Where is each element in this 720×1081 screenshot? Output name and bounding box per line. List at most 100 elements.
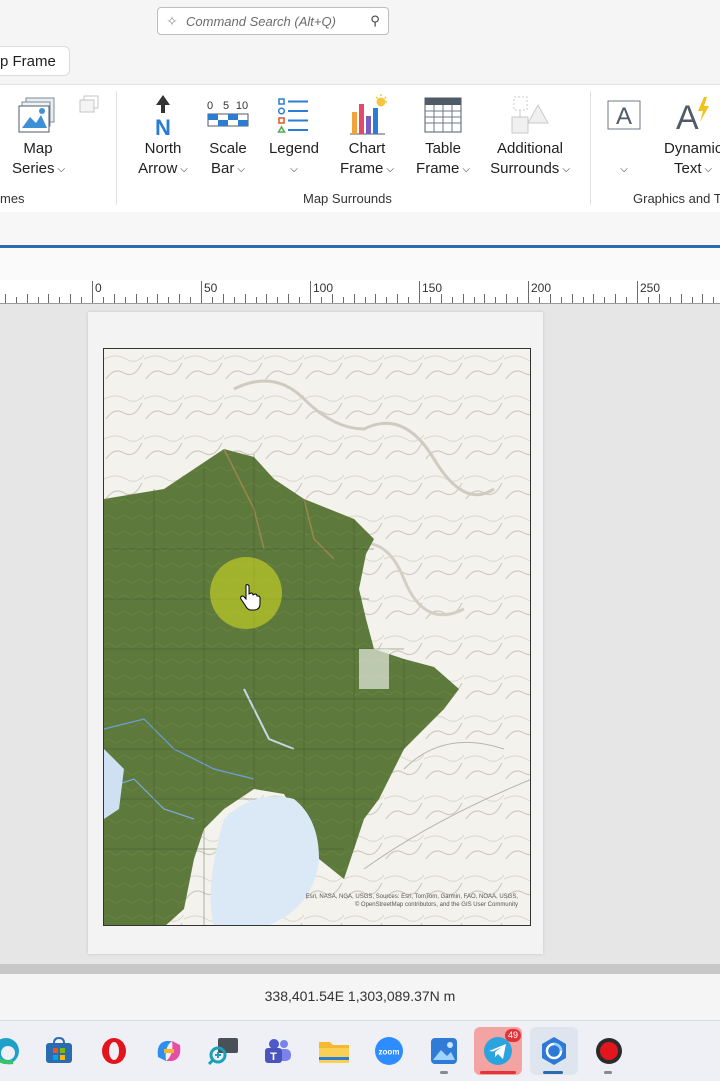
svg-text:A: A [676,99,699,135]
ruler-tick [299,297,301,303]
ruler-tick [81,297,83,303]
ruler-label: 200 [531,281,552,295]
ruler-label: 150 [422,281,443,295]
ruler-tick [615,294,617,303]
ruler-tick [593,294,595,303]
scale-tick-5: 5 [223,100,229,112]
ruler-tick [342,297,344,303]
view-header-bar [0,212,720,248]
chevron-down-icon[interactable]: ⌵ [562,164,570,175]
chevron-down-icon[interactable]: ⌵ [386,164,394,175]
ruler-tick [484,294,486,303]
teams-icon[interactable]: T [262,1035,294,1067]
command-search-box[interactable]: ✧ Command Search (Alt+Q) ⚲ [157,7,389,35]
chevron-down-icon[interactable]: ⌵ [58,164,66,175]
dynamic-text-label-2: Text [674,160,702,177]
screen-tool-icon[interactable] [208,1035,240,1067]
chevron-down-icon[interactable]: ⌵ [180,164,188,175]
table-frame-button[interactable]: Table Frame ⌵ [412,91,474,181]
chart-frame-button[interactable]: Chart Frame ⌵ [336,91,398,181]
arcgis-taskbar-button[interactable] [530,1027,578,1075]
scale-bar-label: Scale [209,140,247,157]
search-icon[interactable]: ⚲ [362,13,388,29]
contextual-tab-row: p Frame [0,44,720,84]
ruler-tick [4,294,6,303]
text-graphic-button[interactable]: A ⌵ [604,91,644,181]
north-arrow-label: North [144,140,182,157]
sparkle-icon: ✧ [166,12,178,29]
scale-bar-button[interactable]: 0 5 10 Scale Bar ⌵ [204,91,252,181]
group-label-map-surrounds: Map Surrounds [303,191,392,206]
svg-text:A: A [616,103,632,130]
chevron-down-icon[interactable]: ⌵ [620,164,628,175]
ruler-tick [59,297,61,303]
ruler-label: 0 [95,281,102,295]
ruler-tick [201,281,202,303]
chevron-down-icon[interactable]: ⌵ [237,164,245,175]
north-arrow-icon: N [134,91,192,139]
scale-tick-0: 0 [207,100,213,112]
file-explorer-icon[interactable] [318,1035,350,1067]
chevron-down-icon[interactable]: ⌵ [705,164,713,175]
legend-icon [264,91,324,139]
ruler-tick [702,294,704,303]
chevron-down-icon[interactable]: ⌵ [462,164,470,175]
ruler-tick [157,294,159,303]
dynamic-text-icon: A [660,91,720,139]
horizontal-scrollbar[interactable] [0,964,720,974]
horizontal-ruler[interactable]: 0 50 100 150 200 250 [0,280,720,304]
running-indicator [440,1071,448,1074]
telegram-taskbar-button[interactable]: 49 [474,1027,522,1075]
additional-surrounds-label-2: Surrounds [490,160,560,177]
group-separator [590,91,591,205]
windows-taskbar: T zoom 49 [0,1020,720,1081]
copilot-icon[interactable] [153,1035,185,1067]
ruler-tick [440,294,442,303]
dynamic-text-button[interactable]: A Dynamic Text ⌵ [660,91,720,181]
ruler-tick [375,294,377,303]
ruler-tick [255,297,257,303]
store-icon[interactable] [43,1035,75,1067]
ruler-tick [517,297,519,303]
ruler-tick [495,297,497,303]
chart-frame-icon [336,91,398,139]
disabled-stack-icon [76,91,102,119]
ruler-tick [549,294,551,303]
ruler-tick [211,297,213,303]
map-series-label-2: Series [12,160,55,177]
opera-icon[interactable] [98,1035,130,1067]
photos-icon[interactable] [428,1035,460,1067]
zoom-icon[interactable]: zoom [373,1035,405,1067]
active-indicator [543,1071,563,1074]
coordinate-readout: 338,401.54E 1,303,089.37N m [264,988,456,1004]
ruler-tick [419,281,420,303]
ruler-tick [179,294,181,303]
svg-text:zoom: zoom [379,1048,400,1057]
tab-map-frame[interactable]: p Frame [0,46,70,76]
map-credits-line-1: Esri, NASA, NGA, USGS, Sources: Esri, To… [305,894,518,900]
legend-button[interactable]: Legend ⌵ [264,91,324,181]
chevron-down-icon[interactable]: ⌵ [290,164,298,175]
north-arrow-button[interactable]: N North Arrow ⌵ [134,91,192,181]
ruler-tick [637,281,638,303]
layout-canvas[interactable]: Esri, NASA, NGA, USGS, Sources: Esri, To… [0,304,720,964]
layout-page[interactable]: Esri, NASA, NGA, USGS, Sources: Esri, To… [88,312,543,954]
ruler-tick [266,294,268,303]
ruler-tick [320,297,322,303]
group-label-frames: mes [0,191,25,206]
legend-label: Legend [268,140,320,157]
map-frame[interactable]: Esri, NASA, NGA, USGS, Sources: Esri, To… [103,348,531,926]
title-bar: ✧ Command Search (Alt+Q) ⚲ [0,0,720,44]
ruler-tick [473,297,475,303]
record-icon[interactable] [593,1035,625,1067]
ruler-tick [135,294,137,303]
additional-surrounds-button[interactable]: Additional Surrounds ⌵ [488,91,572,181]
svg-text:T: T [270,1051,277,1063]
scale-bar-icon: 0 5 10 [204,91,252,139]
ruler-tick [277,297,279,303]
map-series-extra-button[interactable] [76,91,102,119]
ruler-label: 250 [640,281,661,295]
ruler-tick [560,297,562,303]
edge-icon[interactable] [0,1035,22,1067]
map-series-button[interactable]: Map Series ⌵ [12,91,66,181]
